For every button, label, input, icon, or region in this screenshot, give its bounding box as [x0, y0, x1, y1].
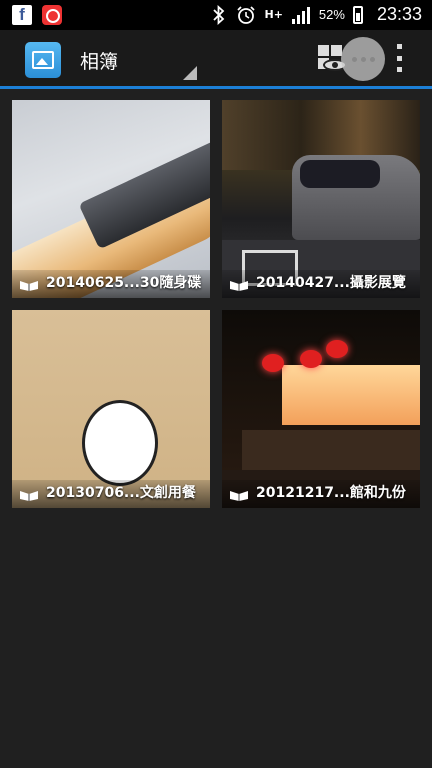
action-bar-divider: [0, 86, 432, 89]
facebook-icon: f: [12, 5, 32, 25]
album-thumbnail: [222, 100, 420, 298]
battery-percent: 52%: [318, 7, 345, 22]
overflow-menu-icon[interactable]: [394, 44, 404, 72]
album-tile[interactable]: 20130706...文創用餐: [12, 310, 210, 508]
signal-icon: [291, 6, 310, 24]
gallery-icon[interactable]: [25, 42, 61, 78]
page-title[interactable]: 相簿: [80, 47, 118, 74]
app-notification-icon: [42, 5, 62, 25]
alarm-icon: [237, 5, 256, 24]
album-caption: 20140427...攝影展覽: [256, 275, 406, 291]
album-thumbnail: [12, 310, 210, 508]
battery-icon: [352, 5, 363, 24]
loading-indicator-icon: [341, 37, 385, 81]
album-caption: 20121217...館和九份: [256, 485, 406, 501]
album-thumbnail: [222, 310, 420, 508]
bluetooth-icon: [213, 4, 225, 25]
album-book-icon: [230, 491, 248, 501]
clock: 23:33: [376, 4, 422, 24]
album-caption: 20130706...文創用餐: [46, 485, 196, 501]
dropdown-indicator-icon[interactable]: [183, 66, 197, 80]
album-thumbnail: [12, 100, 210, 298]
album-book-icon: [20, 281, 38, 291]
album-tile[interactable]: 20140625...30隨身碟: [12, 100, 210, 298]
album-book-icon: [20, 491, 38, 501]
album-book-icon: [230, 281, 248, 291]
network-hplus-icon: H+: [264, 8, 283, 21]
album-tile[interactable]: 20140427...攝影展覽: [222, 100, 420, 298]
album-caption: 20140625...30隨身碟: [46, 275, 202, 291]
status-bar: f H+ 52% 23:33: [0, 0, 432, 30]
album-tile[interactable]: 20121217...館和九份: [222, 310, 420, 508]
